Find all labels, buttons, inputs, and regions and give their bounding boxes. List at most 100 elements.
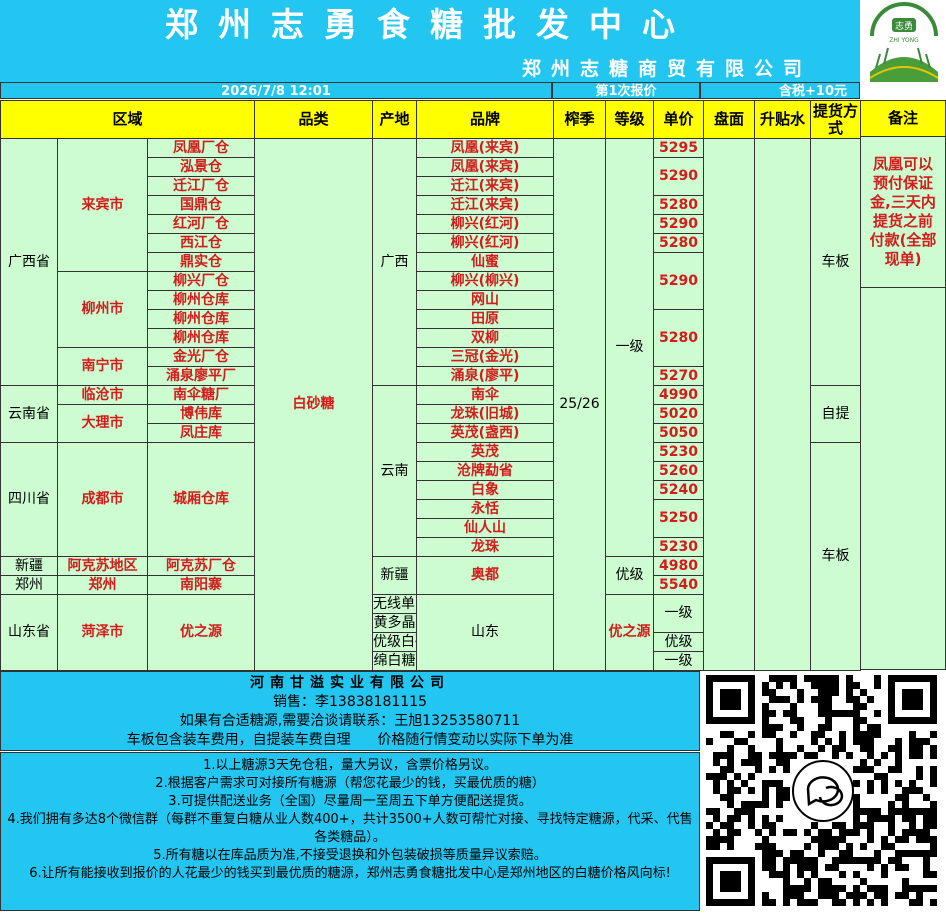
grade-premium: 优级 — [605, 556, 655, 595]
brand: 双柳 — [416, 328, 555, 348]
brand: 凤凰(来宾) — [416, 157, 555, 177]
price: 5280 — [653, 309, 705, 367]
city-zhengzhou: 郑州 — [57, 575, 148, 595]
brand: 永恬 — [416, 499, 555, 519]
term-item: 6.让所有能接收到报价的人花最少的钱买到最优质的糖源，郑州志勇食糖批发中心是郑州… — [29, 866, 671, 881]
warehouse: 柳兴厂仓 — [146, 271, 256, 291]
remark-empty — [860, 288, 946, 670]
origin-shandong: 山东 — [416, 594, 555, 671]
warehouse: 涌泉廖平厂 — [146, 366, 256, 386]
warehouse: 国鼎仓 — [146, 195, 256, 215]
grade-first-class: 一级 — [653, 594, 705, 633]
warehouse: 博伟库 — [146, 404, 256, 424]
brand: 南伞 — [416, 385, 555, 405]
city-laibin: 来宾市 — [57, 138, 148, 272]
category-white-sugar: 白砂糖 — [254, 138, 374, 671]
brand: 仙人山 — [416, 518, 555, 538]
warehouse: 南阳寨 — [146, 575, 256, 595]
brand: 龙珠 — [416, 537, 555, 557]
col-remark: 备注 — [860, 100, 946, 137]
warehouse: 鼎实仓 — [146, 252, 256, 272]
warehouse: 南伞糖厂 — [146, 385, 256, 405]
footer-contact-line: 如果有合适糖源,需要洽谈请联系：王旭13253580711 — [179, 713, 521, 729]
col-origin: 产地 — [372, 100, 418, 139]
warehouse: 红河厂仓 — [146, 214, 256, 234]
logo-text: 志勇 — [895, 20, 913, 32]
price: 5280 — [653, 195, 705, 215]
brand: 柳兴(红河) — [416, 214, 555, 234]
col-board: 盘面 — [703, 100, 756, 139]
brand: 三冠(金光) — [416, 347, 555, 367]
datetime-label: 2026/7/8 12:01 — [0, 82, 552, 99]
warehouse: 柳州仓库 — [146, 328, 256, 348]
province-zhengzhou: 郑州 — [0, 575, 58, 595]
warehouse: 凤凰厂仓 — [146, 138, 256, 158]
warehouse: 凤庄库 — [146, 423, 256, 443]
footer-company: 河南甘溢实业有限公司 — [250, 675, 450, 691]
term-item: 5.所有糖以在库品质为准,不接受退换和外包装破损等质量异议索赔。 — [153, 848, 547, 863]
city-liuzhou: 柳州市 — [57, 271, 148, 348]
brand: 英茂(盏西) — [416, 423, 555, 443]
price: 5290 — [653, 214, 705, 234]
grade-first-class: 一级 — [605, 138, 655, 557]
brand: 柳兴(红河) — [416, 233, 555, 253]
warehouse: 西江仓 — [146, 233, 256, 253]
term-item: 4.我们拥有多达8个微信群（每群不重复白糖从业人数400+，共计3500+人数可… — [7, 812, 693, 845]
city-aksu: 阿克苏地区 — [57, 556, 148, 576]
remark-text: 凤凰可以预付保证金,三天内提货之前付款(全部现单) — [860, 137, 946, 288]
delivery-truck: 车板 — [810, 442, 862, 671]
brand: 龙珠(旧城) — [416, 404, 555, 424]
lift-value — [754, 138, 812, 671]
grade-premium: 优级 — [653, 632, 705, 652]
price: 5270 — [653, 366, 705, 386]
brand: 田原 — [416, 309, 555, 329]
warehouse: 优之源 — [146, 594, 256, 671]
origin-xinjiang: 新疆 — [372, 556, 418, 595]
price: 5240 — [653, 480, 705, 500]
warehouse: 迁江厂仓 — [146, 176, 256, 196]
brand: 奥都 — [416, 556, 555, 595]
col-category: 品类 — [254, 100, 374, 139]
brand: 仙蜜 — [416, 252, 555, 272]
board-value — [703, 138, 756, 671]
price: 5280 — [653, 233, 705, 253]
brand: 白象 — [416, 480, 555, 500]
col-season: 榨季 — [553, 100, 607, 139]
warehouse: 金光厂仓 — [146, 347, 256, 367]
brand: 迁江(来宾) — [416, 176, 555, 196]
brand: 迁江(来宾) — [416, 195, 555, 215]
footer-terms: 1.以上糖源3天免仓租，量大另议，含票价格另议。 2.根据客户需求可对接所有糖源… — [0, 752, 700, 911]
price: 5020 — [653, 404, 705, 424]
price: 5295 — [653, 138, 705, 158]
province-sichuan: 四川省 — [0, 442, 58, 557]
category-premium-white: 优级白砂糖 — [372, 632, 418, 652]
warehouse: 泓景仓 — [146, 157, 256, 177]
col-lift: 升贴水 — [754, 100, 812, 139]
city-chengdu: 成都市 — [57, 442, 148, 557]
term-item: 3.可提供配送业务（全国）尽量周一至周五下单方便配送提货。 — [168, 794, 532, 809]
col-region: 区域 — [0, 100, 256, 139]
price: 4980 — [653, 556, 705, 576]
brand: 涌泉(廖平) — [416, 366, 555, 386]
delivery-truck: 车板 — [810, 138, 862, 386]
col-price: 单价 — [653, 100, 705, 139]
brand: 凤凰(来宾) — [416, 138, 555, 158]
price: 5540 — [653, 575, 705, 595]
warehouse: 柳州仓库 — [146, 309, 256, 329]
remark-column: 备注 凤凰可以预付保证金,三天内提货之前付款(全部现单) — [860, 100, 946, 670]
price: 5290 — [653, 157, 705, 196]
brand: 优之源 — [605, 594, 655, 671]
category-rock-sugar: 无线单晶冰糖 — [372, 594, 418, 614]
company-subtitle: 郑州志糖商贸有限公司 — [521, 58, 812, 80]
footer-sales: 销售：李13838181115 — [273, 694, 427, 710]
grade-first-class: 一级 — [653, 651, 705, 671]
price: 5290 — [653, 252, 705, 310]
province-guangxi: 广西省 — [0, 138, 58, 386]
category-polycrystal: 黄多晶 — [372, 613, 418, 633]
warehouse: 城厢仓库 — [146, 442, 256, 557]
brand: 柳兴(柳兴) — [416, 271, 555, 291]
city-dali: 大理市 — [57, 404, 148, 443]
page-title: 郑州志勇食糖批发中心 — [165, 5, 695, 44]
brand: 英茂 — [416, 442, 555, 462]
footer-contact: 河南甘溢实业有限公司 销售：李13838181115 如果有合适糖源,需要洽谈请… — [0, 671, 700, 751]
